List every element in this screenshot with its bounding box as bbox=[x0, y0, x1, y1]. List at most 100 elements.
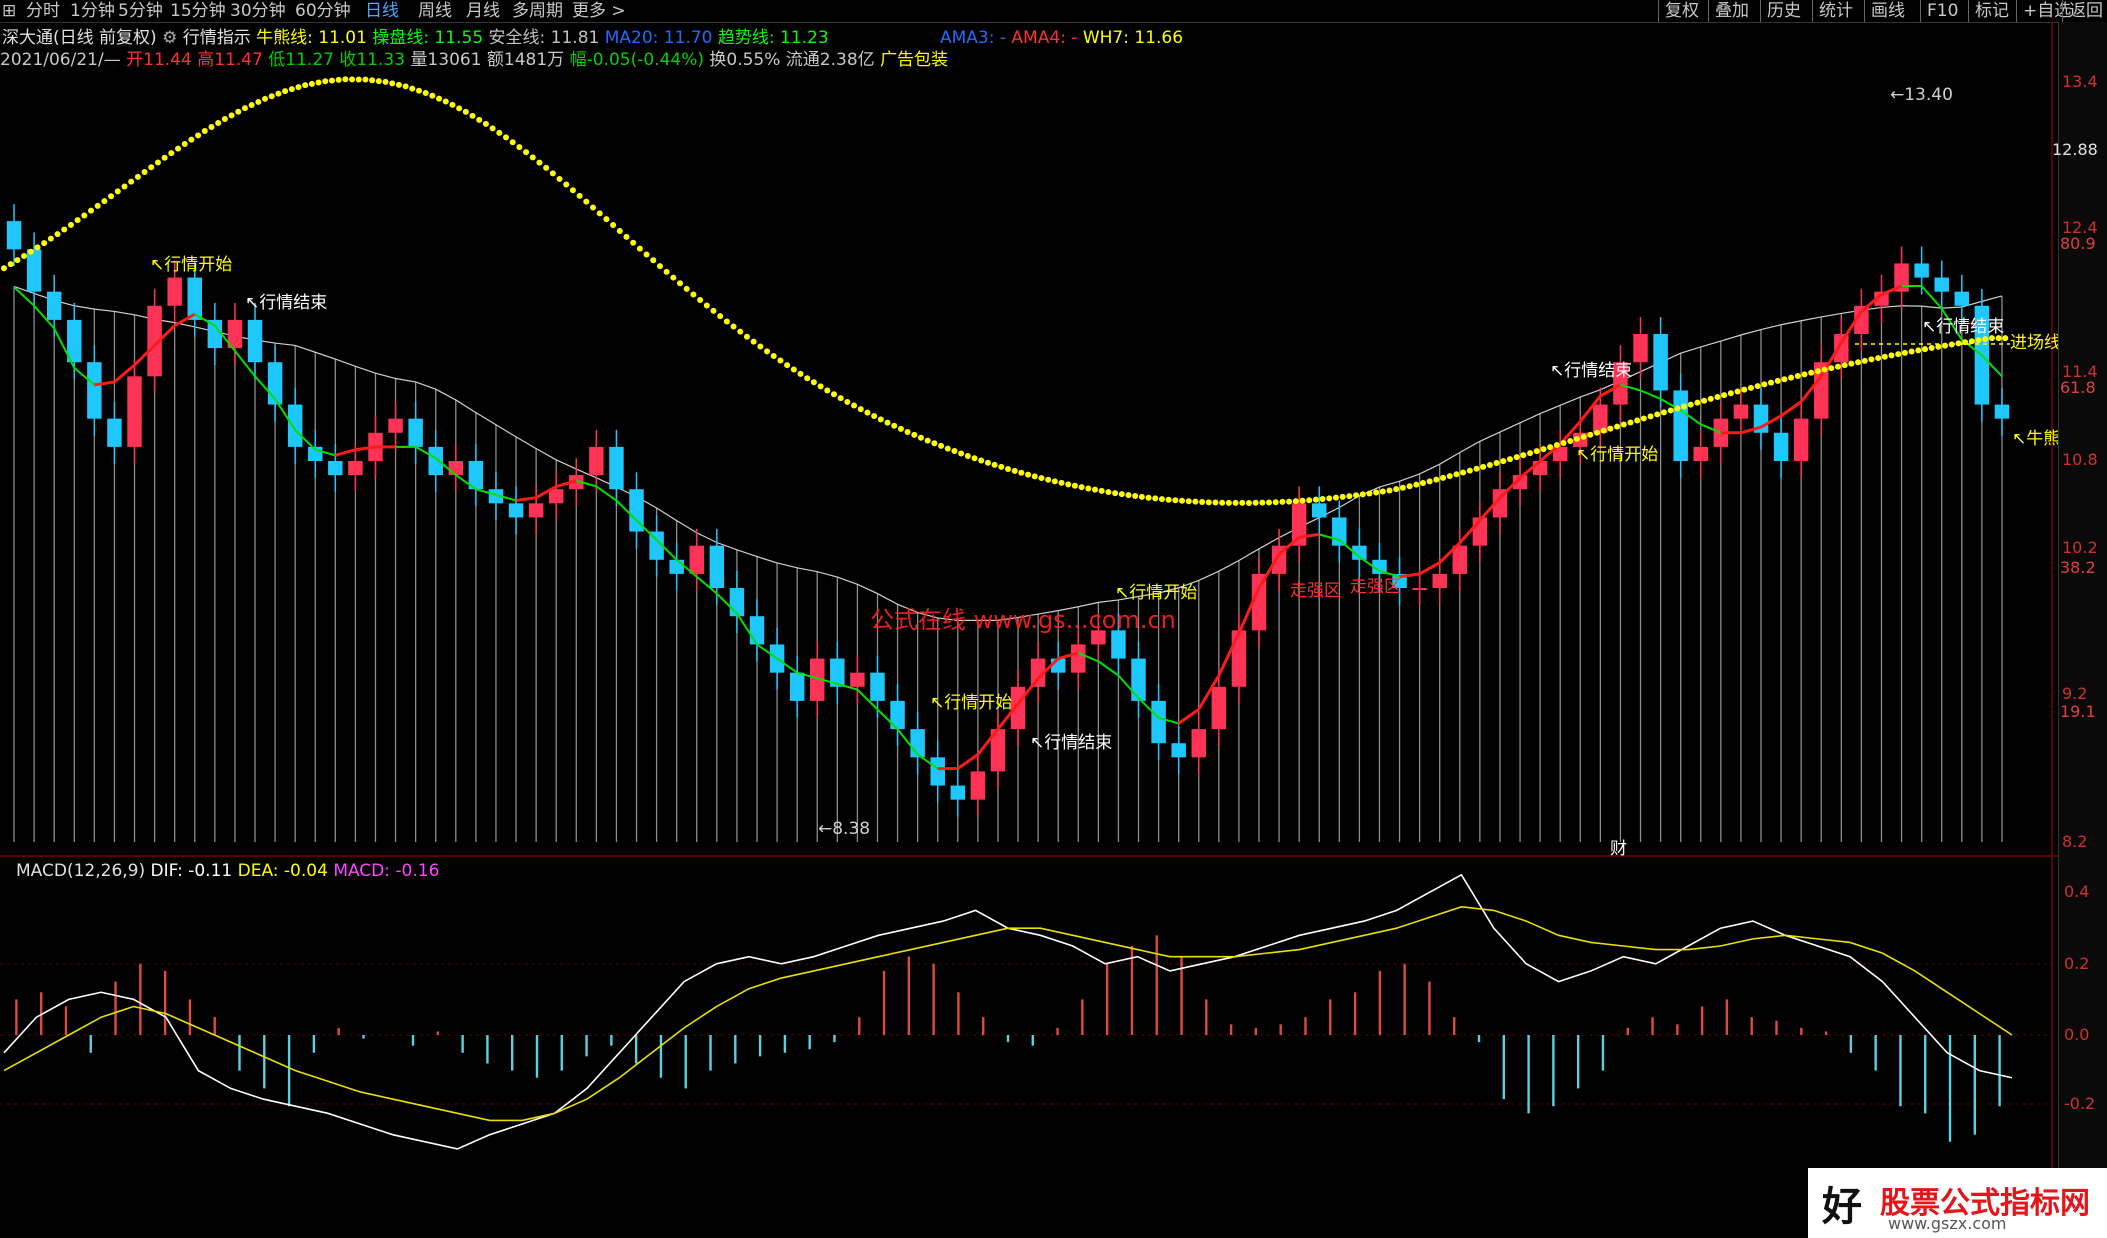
bull-bear-dot bbox=[1426, 478, 1433, 485]
candle-body bbox=[1773, 432, 1789, 461]
zone-label-2: 走强区 bbox=[1350, 577, 1401, 597]
bull-bear-dot bbox=[630, 239, 637, 246]
start-label-4: ↖行情开始 bbox=[1576, 445, 1658, 465]
cai-label: 财 bbox=[1610, 839, 1627, 859]
bull-bear-dot bbox=[1808, 369, 1815, 376]
candle-body bbox=[1673, 390, 1688, 461]
header-item-1: 操盘线: 11.55 bbox=[372, 28, 489, 48]
bull-bear-dot bbox=[958, 450, 965, 457]
ohlc-item-0: 2021/06/21/— bbox=[0, 50, 127, 70]
bull-bear-dot bbox=[576, 192, 583, 199]
settings-icon[interactable]: ⚙ bbox=[162, 28, 177, 48]
macd-dif: DIF: -0.11 bbox=[150, 861, 233, 881]
bull-bear-dot bbox=[503, 134, 509, 141]
bull-bear-dot bbox=[683, 285, 690, 292]
bull-bear-dot bbox=[757, 343, 764, 350]
bull-bear-dot bbox=[141, 169, 148, 176]
bull-bear-dot bbox=[181, 141, 188, 148]
indicator-name[interactable]: 行情指示 bbox=[183, 28, 251, 48]
bull-bear-dot bbox=[389, 80, 396, 87]
bull-bear-dot bbox=[1132, 492, 1139, 499]
bull-bear-dot bbox=[1440, 474, 1447, 481]
bull-bear-dot bbox=[342, 76, 349, 83]
bull-bear-dot bbox=[516, 144, 523, 151]
dif-line bbox=[3, 873, 2013, 1150]
bull-bear-dot bbox=[978, 457, 985, 464]
candle-body bbox=[609, 446, 624, 490]
bull-bear-dot bbox=[1466, 467, 1473, 474]
bull-bear-dot bbox=[1855, 359, 1862, 366]
candle-body bbox=[1733, 404, 1749, 419]
watermark-url: www.gszx.com bbox=[1888, 1214, 2007, 1233]
bull-bear-dot bbox=[1694, 399, 1701, 406]
bull-bear-dot bbox=[603, 216, 610, 223]
bull-bear-dot bbox=[1533, 448, 1540, 455]
bull-bear-dot bbox=[496, 129, 503, 136]
bull-bear-dot bbox=[1158, 496, 1165, 503]
bull-bear-dot bbox=[21, 253, 28, 260]
bull-bear-dot bbox=[1205, 499, 1212, 506]
bull-bear-dot bbox=[750, 338, 757, 345]
ohlc-item-8: 换0.55% 流通2.38亿 bbox=[709, 50, 881, 70]
bull-bear-dot bbox=[1011, 467, 1018, 474]
bull-bear-dot bbox=[509, 139, 516, 146]
bull-bear-dot bbox=[1747, 384, 1754, 391]
bull-bear-dot bbox=[784, 362, 791, 369]
macd-tick: 0.4 bbox=[2064, 882, 2090, 901]
ohlc-item-3: 低11.27 bbox=[268, 50, 340, 70]
bull-bear-dot bbox=[623, 233, 630, 240]
bull-bear-dot bbox=[1721, 392, 1728, 399]
bull-bear-dot bbox=[1212, 499, 1219, 506]
bull-bear-dot bbox=[7, 261, 14, 268]
candle-body bbox=[207, 319, 223, 349]
bull-bear-dot bbox=[1092, 486, 1099, 493]
bull-bear-dot bbox=[1875, 355, 1882, 362]
bull-bear-dot bbox=[409, 85, 416, 92]
bull-bear-dot bbox=[1640, 415, 1647, 422]
pct-tick: 38.2 bbox=[2060, 558, 2096, 577]
bull-bear-dot bbox=[128, 178, 135, 185]
bull-bear-dot bbox=[1567, 437, 1574, 444]
bull-bear-dot bbox=[1761, 381, 1768, 388]
bull-bear-dot bbox=[1366, 490, 1373, 497]
bull-bear-dot bbox=[469, 112, 476, 119]
bull-bear-dot bbox=[1707, 395, 1714, 402]
bull-bear-dot bbox=[88, 207, 95, 214]
bull-bear-dot bbox=[1058, 479, 1065, 486]
bull-bear-dot bbox=[1540, 446, 1547, 453]
bull-bear-dot bbox=[944, 445, 951, 452]
bull-bear-dot bbox=[590, 204, 597, 211]
candle-body bbox=[1332, 517, 1347, 546]
candle-body bbox=[1151, 700, 1166, 744]
bull-bear-dot bbox=[355, 76, 362, 83]
price-tick: 8.2 bbox=[2062, 832, 2088, 851]
candle-body bbox=[127, 376, 142, 447]
bull-bear-dot bbox=[1908, 348, 1915, 355]
price-tick: 12.88 bbox=[2052, 140, 2098, 159]
ohlc-item-5: 量13061 bbox=[410, 50, 487, 70]
bull-bear-dot bbox=[543, 164, 550, 171]
bull-bear-dot bbox=[1192, 498, 1199, 505]
bull-bear-dot bbox=[824, 387, 831, 394]
header-item-2: 安全线: 11.81 bbox=[488, 28, 605, 48]
macd-name[interactable]: MACD(12,26,9) bbox=[16, 861, 145, 881]
bull-bear-dot bbox=[1868, 356, 1875, 363]
ma-line-segment bbox=[956, 753, 979, 770]
toolbar-button-8[interactable]: 返回 bbox=[2062, 0, 2103, 22]
candle-body bbox=[1532, 461, 1548, 476]
candle-body bbox=[789, 672, 805, 701]
candle-body bbox=[1231, 630, 1247, 687]
bull-bear-dot bbox=[1814, 368, 1821, 375]
bull-bear-dot bbox=[1145, 494, 1152, 501]
bull-bear-dot bbox=[1727, 390, 1734, 397]
bull-bear-dot bbox=[656, 263, 663, 270]
bull-bear-dot bbox=[1386, 487, 1393, 494]
bull-bear-dot bbox=[54, 231, 61, 238]
bull-bear-dot bbox=[1299, 497, 1306, 504]
ma-line-segment bbox=[1097, 660, 1120, 677]
bull-bear-dot bbox=[1085, 485, 1092, 492]
macd-header: MACD(12,26,9) DIF: -0.11 DEA: -0.04 MACD… bbox=[16, 861, 439, 881]
candle-body bbox=[348, 461, 363, 476]
bull-bear-dot bbox=[47, 235, 54, 242]
bull-bear-dot bbox=[449, 101, 456, 108]
